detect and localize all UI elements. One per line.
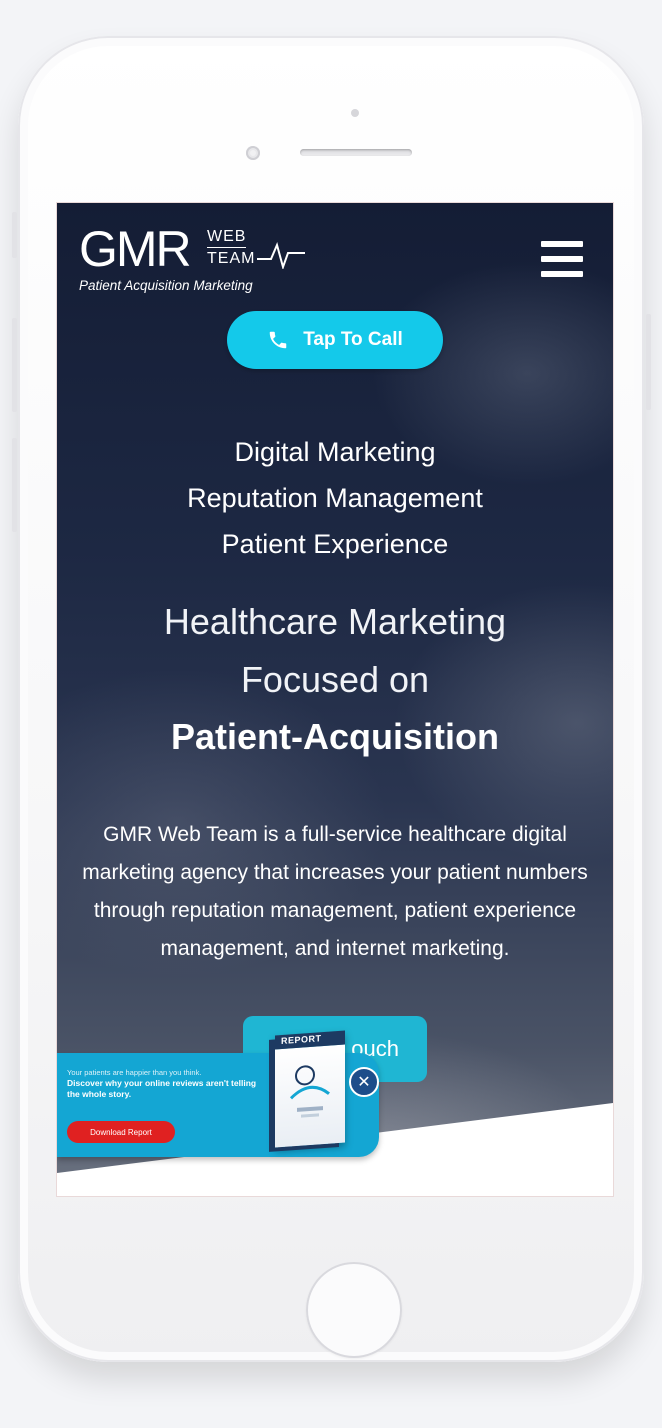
logo-web-text: WEB xyxy=(207,229,247,248)
report-cover-label: REPORT xyxy=(281,1033,322,1047)
tap-to-call-button[interactable]: Tap To Call xyxy=(227,311,443,369)
report-art-icon xyxy=(289,1065,330,1118)
phone-screen: GMR WEB TEAM Patient Acquisition Marketi… xyxy=(57,203,613,1196)
popup-line-1: Your patients are happier than you think… xyxy=(67,1068,202,1077)
service-item: Digital Marketing xyxy=(234,437,436,467)
volume-up-button xyxy=(12,318,17,412)
front-camera-icon xyxy=(246,146,260,160)
popup-line-2: Discover why your online reviews aren't … xyxy=(67,1078,257,1099)
mute-switch xyxy=(12,212,17,258)
proximity-sensor xyxy=(351,109,359,117)
service-item: Reputation Management xyxy=(187,483,483,513)
download-report-label: Download Report xyxy=(90,1127,152,1137)
headline-emphasis: Patient-Acquisition xyxy=(170,716,499,757)
volume-down-button xyxy=(12,438,17,532)
home-button[interactable] xyxy=(306,1262,402,1358)
hamburger-menu-icon[interactable] xyxy=(541,241,583,277)
brand-logo[interactable]: GMR WEB TEAM Patient Acquisition Marketi… xyxy=(79,221,319,299)
hero-intro-text: GMR Web Team is a full-service healthcar… xyxy=(82,823,588,960)
tap-to-call-label: Tap To Call xyxy=(303,329,403,350)
popup-message: Your patients are happier than you think… xyxy=(67,1067,257,1100)
logo-wordmark: GMR xyxy=(79,221,192,277)
hero-headline: Healthcare Marketing Focused on Patient-… xyxy=(57,593,613,765)
close-icon[interactable]: ✕ xyxy=(349,1067,379,1097)
logo-team-text: TEAM xyxy=(207,250,256,267)
headline-line: Focused on xyxy=(240,659,430,700)
services-list: Digital Marketing Reputation Management … xyxy=(57,429,613,567)
earpiece-speaker xyxy=(300,149,412,156)
heartbeat-pulse-icon xyxy=(257,241,305,269)
headline-line: Healthcare Marketing xyxy=(163,601,507,642)
phone-icon xyxy=(269,331,287,349)
download-report-button[interactable]: Download Report xyxy=(67,1121,175,1143)
logo-tagline: Patient Acquisition Marketing xyxy=(79,278,253,293)
device-mockup: GMR WEB TEAM Patient Acquisition Marketi… xyxy=(0,0,662,1428)
service-item: Patient Experience xyxy=(221,529,449,559)
report-cover-image: REPORT xyxy=(275,1030,345,1148)
power-button xyxy=(646,314,651,410)
